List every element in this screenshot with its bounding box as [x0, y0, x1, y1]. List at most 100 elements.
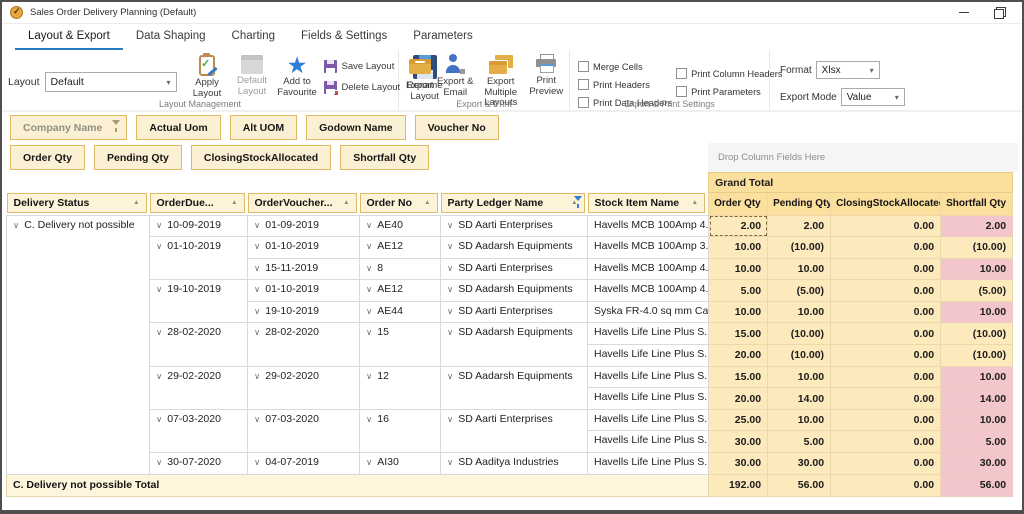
expand-chevron-icon[interactable]: ∨ [156, 371, 162, 381]
checkbox-print-parameters[interactable]: Print Parameters [676, 86, 782, 97]
shortfall-qty-cell[interactable]: 10.00 [941, 301, 1013, 323]
order-due-cell[interactable]: ∨28-02-2020 [150, 323, 248, 366]
field-chip-voucher-no[interactable]: Voucher No [415, 115, 499, 140]
field-chip-company-name[interactable]: Company Name [10, 115, 127, 140]
order-no-cell[interactable]: ∨12 [360, 366, 441, 409]
expand-chevron-icon[interactable]: ∨ [447, 241, 453, 251]
pending-qty-cell[interactable]: (10.00) [768, 237, 831, 259]
party-ledger-cell[interactable]: ∨SD Aarti Enterprises [441, 215, 588, 237]
pending-qty-cell[interactable]: (10.00) [768, 345, 831, 367]
expand-chevron-icon[interactable]: ∨ [254, 457, 260, 467]
order-no-cell[interactable]: ∨AI30 [360, 453, 441, 475]
field-chip-pending-qty[interactable]: Pending Qty [94, 145, 182, 170]
expand-chevron-icon[interactable]: ∨ [156, 327, 162, 337]
expand-chevron-icon[interactable]: ∨ [447, 306, 453, 316]
expand-chevron-icon[interactable]: ∨ [254, 220, 260, 230]
pending-qty-cell[interactable]: 14.00 [768, 388, 831, 410]
print-preview-button[interactable]: Print Preview [527, 52, 565, 97]
layout-select[interactable]: Default▾ [45, 72, 177, 92]
checkbox-merge-cells[interactable]: Merge Cells [578, 61, 672, 72]
expand-chevron-icon[interactable]: ∨ [254, 371, 260, 381]
field-chip-alt-uom[interactable]: Alt UOM [230, 115, 297, 140]
order-qty-cell[interactable]: 10.00 [709, 258, 768, 280]
order-due-cell[interactable]: ∨01-10-2019 [150, 237, 248, 280]
expand-chevron-icon[interactable]: ∨ [366, 327, 372, 337]
order-voucher-cell[interactable]: ∨28-02-2020 [248, 323, 360, 366]
column-header-stock-item-name[interactable]: Stock Item Name▲ [588, 193, 709, 216]
pending-qty-cell[interactable]: 10.00 [768, 409, 831, 431]
order-qty-cell[interactable]: 2.00 [709, 215, 768, 237]
expand-chevron-icon[interactable]: ∨ [254, 241, 260, 251]
order-voucher-cell[interactable]: ∨07-03-2020 [248, 409, 360, 452]
expand-chevron-icon[interactable]: ∨ [447, 284, 453, 294]
pending-qty-cell[interactable]: 2.00 [768, 215, 831, 237]
restore-button[interactable] [982, 3, 1018, 23]
pending-qty-cell[interactable]: (5.00) [768, 280, 831, 302]
shortfall-qty-cell[interactable]: 10.00 [941, 409, 1013, 431]
order-qty-cell[interactable]: 15.00 [709, 323, 768, 345]
closing-stock-cell[interactable]: 0.00 [831, 366, 941, 388]
shortfall-qty-cell[interactable]: (10.00) [941, 323, 1013, 345]
expand-chevron-icon[interactable]: ∨ [156, 284, 162, 294]
shortfall-qty-cell[interactable]: 5.00 [941, 431, 1013, 453]
tab-parameters[interactable]: Parameters [400, 24, 485, 50]
stock-item-cell[interactable]: Havells MCB 100Amp 4... [588, 280, 709, 302]
tab-layout-export[interactable]: Layout & Export [15, 24, 123, 50]
order-voucher-cell[interactable]: ∨01-10-2019 [248, 237, 360, 259]
expand-chevron-icon[interactable]: ∨ [254, 306, 260, 316]
field-chip-closingstockallocated[interactable]: ClosingStockAllocated [191, 145, 331, 170]
field-chip-godown-name[interactable]: Godown Name [306, 115, 406, 140]
drop-column-fields-zone[interactable]: Drop Column Fields Here [708, 143, 1018, 172]
shortfall-qty-cell[interactable]: 30.00 [941, 453, 1013, 475]
expand-chevron-icon[interactable]: ∨ [447, 371, 453, 381]
shortfall-qty-cell[interactable]: (10.00) [941, 237, 1013, 259]
minimize-button[interactable] [946, 3, 982, 23]
expand-chevron-icon[interactable]: ∨ [13, 220, 19, 230]
expand-chevron-icon[interactable]: ∨ [366, 263, 372, 273]
pending-qty-cell[interactable]: 5.00 [768, 431, 831, 453]
pending-qty-cell[interactable]: (10.00) [768, 323, 831, 345]
column-header-ordervoucher[interactable]: OrderVoucher...▲ [248, 193, 360, 216]
stock-item-cell[interactable]: Havells MCB 100Amp 3... [588, 237, 709, 259]
party-ledger-cell[interactable]: ∨SD Aaditya Industries [441, 453, 588, 475]
party-ledger-cell[interactable]: ∨SD Aadarsh Equipments [441, 280, 588, 302]
order-due-cell[interactable]: ∨30-07-2020 [150, 453, 248, 475]
order-no-cell[interactable]: ∨AE12 [360, 280, 441, 302]
field-chip-shortfall-qty[interactable]: Shortfall Qty [340, 145, 429, 170]
party-ledger-cell[interactable]: ∨SD Aadarsh Equipments [441, 366, 588, 409]
closing-stock-cell[interactable]: 0.00 [831, 409, 941, 431]
stock-item-cell[interactable]: Syska FR-4.0 sq mm Ca... [588, 301, 709, 323]
order-qty-cell[interactable]: 10.00 [709, 301, 768, 323]
order-voucher-cell[interactable]: ∨01-09-2019 [248, 215, 360, 237]
stock-item-cell[interactable]: Havells Life Line Plus S... [588, 453, 709, 475]
order-voucher-cell[interactable]: ∨04-07-2019 [248, 453, 360, 475]
order-voucher-cell[interactable]: ∨29-02-2020 [248, 366, 360, 409]
value-header-shortfall-qty[interactable]: Shortfall Qty [941, 193, 1013, 216]
export-button[interactable]: Export [403, 52, 436, 97]
expand-chevron-icon[interactable]: ∨ [366, 306, 372, 316]
expand-chevron-icon[interactable]: ∨ [366, 241, 372, 251]
checkbox-print-column-headers[interactable]: Print Column Headers [676, 68, 782, 79]
apply-layout-button[interactable]: ✓ Apply Layout [185, 53, 230, 97]
field-chip-actual-uom[interactable]: Actual Uom [136, 115, 220, 140]
closing-stock-cell[interactable]: 0.00 [831, 388, 941, 410]
pending-qty-cell[interactable]: 30.00 [768, 453, 831, 475]
expand-chevron-icon[interactable]: ∨ [156, 241, 162, 251]
order-qty-cell[interactable]: 15.00 [709, 366, 768, 388]
order-qty-cell[interactable]: 5.00 [709, 280, 768, 302]
checkbox-print-headers[interactable]: Print Headers [578, 79, 672, 90]
closing-stock-cell[interactable]: 0.00 [831, 345, 941, 367]
order-voucher-cell[interactable]: ∨19-10-2019 [248, 301, 360, 323]
column-header-party-ledger-name[interactable]: Party Ledger Name▲ [441, 193, 588, 216]
column-header-order-no[interactable]: Order No▲ [360, 193, 441, 216]
stock-item-cell[interactable]: Havells MCB 100Amp 4... [588, 258, 709, 280]
export-email-button[interactable]: Export & Email [436, 52, 474, 97]
expand-chevron-icon[interactable]: ∨ [254, 284, 260, 294]
expand-chevron-icon[interactable]: ∨ [254, 263, 260, 273]
order-qty-cell[interactable]: 30.00 [709, 453, 768, 475]
column-header-delivery-status[interactable]: Delivery Status▲ [7, 193, 150, 216]
closing-stock-cell[interactable]: 0.00 [831, 258, 941, 280]
stock-item-cell[interactable]: Havells Life Line Plus S... [588, 366, 709, 388]
column-header-orderdue[interactable]: OrderDue...▲ [150, 193, 248, 216]
order-no-cell[interactable]: ∨AE40 [360, 215, 441, 237]
